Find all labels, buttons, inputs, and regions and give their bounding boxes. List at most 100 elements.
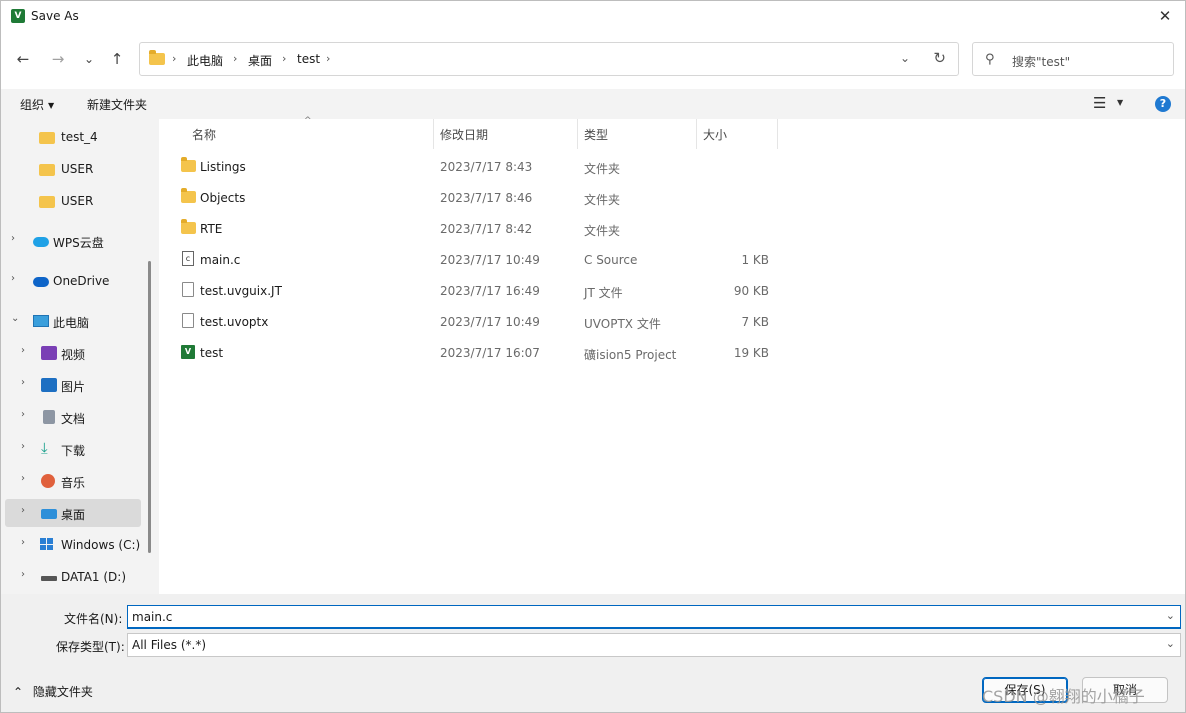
file-name: main.c bbox=[200, 253, 241, 267]
sidebar-item-label: 图片 bbox=[61, 380, 86, 394]
sidebar-item-user[interactable]: USER bbox=[5, 155, 141, 183]
breadcrumb-desktop[interactable]: 桌面 bbox=[248, 52, 272, 69]
help-icon[interactable]: ? bbox=[1155, 96, 1171, 112]
sidebar-item-onedrive[interactable]: › OneDrive bbox=[5, 267, 141, 295]
file-date: 2023/7/17 16:07 bbox=[440, 346, 540, 360]
hide-folders-label: 隐藏文件夹 bbox=[32, 685, 93, 699]
navigation-pane: test_4 USER USER › WPS云盘 › OneDrive ⌄ 此电… bbox=[1, 119, 159, 594]
chevron-down-icon[interactable]: ⌄ bbox=[1166, 637, 1175, 650]
search-input[interactable]: 搜索"test" bbox=[1012, 53, 1070, 70]
column-header-type[interactable]: 类型 bbox=[584, 126, 608, 143]
breadcrumb-separator[interactable]: › bbox=[172, 52, 176, 65]
search-box[interactable]: ⚲ 搜索"test" bbox=[972, 42, 1174, 76]
filetype-value: All Files (*.*) bbox=[132, 638, 207, 652]
watermark: CSDN @翱翔的小橘子 bbox=[982, 687, 1145, 706]
column-divider[interactable] bbox=[777, 119, 778, 149]
breadcrumb-test[interactable]: test bbox=[297, 52, 320, 66]
command-bar: 组织 ▼ 新建文件夹 ☰ ▼ ? bbox=[1, 89, 1185, 119]
videos-icon bbox=[41, 346, 57, 360]
breadcrumb-separator[interactable]: › bbox=[326, 52, 330, 65]
chevron-right-icon[interactable]: › bbox=[21, 377, 25, 388]
sidebar-item-desktop[interactable]: › 桌面 bbox=[5, 499, 141, 527]
file-row[interactable]: Objects 2023/7/17 8:46 文件夹 bbox=[159, 183, 779, 213]
sidebar-item-label: OneDrive bbox=[53, 274, 110, 288]
sidebar-item-downloads[interactable]: › ⤓ 下载 bbox=[5, 435, 141, 463]
chevron-right-icon[interactable]: › bbox=[21, 409, 25, 420]
filetype-select[interactable]: All Files (*.*) ⌄ bbox=[127, 633, 1181, 657]
breadcrumb-separator[interactable]: › bbox=[233, 52, 237, 65]
file-row[interactable]: Listings 2023/7/17 8:43 文件夹 bbox=[159, 152, 779, 182]
file-size: 7 KB bbox=[741, 315, 769, 329]
chevron-down-icon[interactable]: ⌄ bbox=[11, 313, 19, 324]
sidebar-item-pictures[interactable]: › 图片 bbox=[5, 371, 141, 399]
new-folder-button[interactable]: 新建文件夹 bbox=[87, 96, 147, 113]
sidebar-item-music[interactable]: › 音乐 bbox=[5, 467, 141, 495]
sidebar-item-documents[interactable]: › 文档 bbox=[5, 403, 141, 431]
column-header-date[interactable]: 修改日期 bbox=[440, 126, 488, 143]
chevron-right-icon[interactable]: › bbox=[21, 345, 25, 356]
breadcrumb-this-pc[interactable]: 此电脑 bbox=[187, 52, 223, 69]
caret-down-icon[interactable]: ▼ bbox=[1117, 98, 1123, 107]
forward-button[interactable]: → bbox=[47, 48, 69, 70]
file-name: Listings bbox=[200, 160, 246, 174]
breadcrumb-separator[interactable]: › bbox=[282, 52, 286, 65]
sidebar-item-label: test_4 bbox=[61, 130, 98, 144]
up-button[interactable]: ↑ bbox=[106, 48, 128, 70]
column-header-name[interactable]: 名称 bbox=[192, 126, 216, 143]
file-type: 礦ision5 Project bbox=[584, 348, 677, 362]
music-icon bbox=[41, 474, 55, 488]
chevron-up-icon: ⌃ bbox=[13, 685, 24, 699]
sidebar-item-label: 桌面 bbox=[61, 508, 86, 522]
chevron-right-icon[interactable]: › bbox=[21, 569, 25, 580]
column-divider[interactable] bbox=[696, 119, 697, 149]
column-divider[interactable] bbox=[433, 119, 434, 149]
hide-folders-button[interactable]: ⌃ 隐藏文件夹 bbox=[13, 683, 93, 700]
chevron-right-icon[interactable]: › bbox=[21, 441, 25, 452]
sidebar-item-data1-d[interactable]: › DATA1 (D:) bbox=[5, 563, 141, 591]
file-type: C Source bbox=[584, 253, 638, 267]
sidebar-item-user[interactable]: USER bbox=[5, 187, 141, 215]
address-bar[interactable]: › 此电脑 › 桌面 › test › ⌄ ↻ bbox=[139, 42, 959, 76]
filename-value: main.c bbox=[132, 610, 173, 624]
chevron-right-icon[interactable]: › bbox=[21, 473, 25, 484]
sidebar-item-label: DATA1 (D:) bbox=[61, 570, 127, 584]
sidebar-item-videos[interactable]: › 视频 bbox=[5, 339, 141, 367]
sidebar-item-wps-cloud[interactable]: › WPS云盘 bbox=[5, 227, 141, 255]
file-name: test bbox=[200, 346, 224, 360]
file-row[interactable]: test.uvguix.JT 2023/7/17 16:49 JT 文件 90 … bbox=[159, 276, 779, 306]
chevron-right-icon[interactable]: › bbox=[11, 233, 15, 244]
file-row[interactable]: c main.c 2023/7/17 10:49 C Source 1 KB bbox=[159, 245, 779, 275]
column-divider[interactable] bbox=[577, 119, 578, 149]
sidebar-item-label: 下载 bbox=[61, 444, 86, 458]
windows-drive-icon bbox=[39, 538, 55, 552]
file-type: 文件夹 bbox=[584, 224, 621, 238]
sidebar-scrollbar[interactable] bbox=[148, 261, 151, 553]
view-options-icon[interactable]: ☰ bbox=[1093, 94, 1106, 112]
c-source-file-icon: c bbox=[182, 251, 194, 266]
chevron-down-icon[interactable]: ⌄ bbox=[900, 51, 910, 65]
back-button[interactable]: ← bbox=[12, 48, 34, 70]
chevron-right-icon[interactable]: › bbox=[21, 537, 25, 548]
recent-locations-button[interactable]: ⌄ bbox=[78, 48, 100, 70]
sidebar-item-windows-c[interactable]: › Windows (C:) bbox=[5, 531, 141, 559]
file-icon bbox=[182, 282, 194, 297]
organize-button[interactable]: 组织 ▼ bbox=[20, 96, 54, 113]
close-button[interactable]: ✕ bbox=[1145, 1, 1185, 31]
sidebar-item-test-4[interactable]: test_4 bbox=[5, 123, 141, 151]
chevron-right-icon[interactable]: › bbox=[21, 505, 25, 516]
chevron-right-icon[interactable]: › bbox=[11, 273, 15, 284]
file-row[interactable]: V test 2023/7/17 16:07 礦ision5 Project 1… bbox=[159, 338, 779, 368]
file-name: test.uvguix.JT bbox=[200, 284, 282, 298]
sidebar-item-this-pc[interactable]: ⌄ 此电脑 bbox=[5, 307, 141, 335]
file-row[interactable]: RTE 2023/7/17 8:42 文件夹 bbox=[159, 214, 779, 244]
folder-icon bbox=[149, 50, 165, 65]
file-size: 19 KB bbox=[733, 346, 769, 360]
file-name: RTE bbox=[200, 222, 223, 236]
refresh-icon[interactable]: ↻ bbox=[933, 49, 946, 67]
file-date: 2023/7/17 8:43 bbox=[440, 160, 533, 174]
file-row[interactable]: test.uvoptx 2023/7/17 10:49 UVOPTX 文件 7 … bbox=[159, 307, 779, 337]
documents-icon bbox=[43, 410, 55, 424]
filename-field[interactable]: main.c ⌄ bbox=[127, 605, 1181, 629]
chevron-down-icon[interactable]: ⌄ bbox=[1166, 609, 1175, 622]
column-header-size[interactable]: 大小 bbox=[703, 126, 727, 143]
